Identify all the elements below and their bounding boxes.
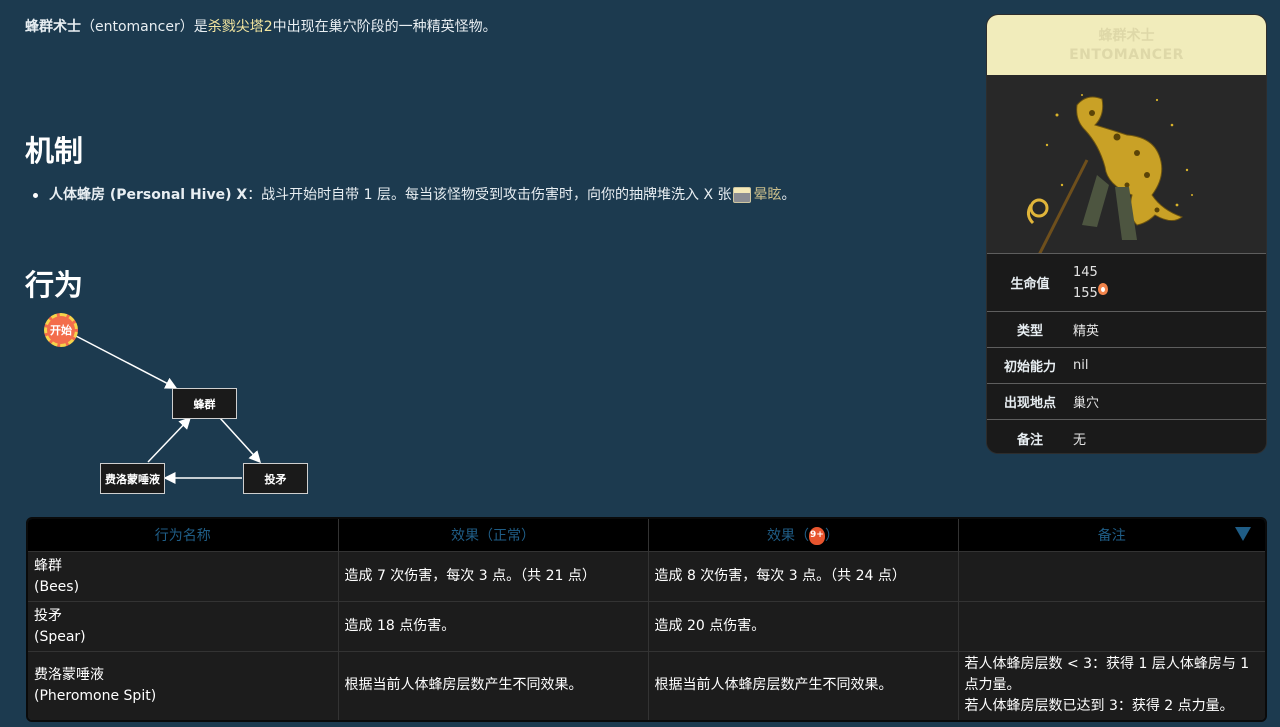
monster-name: 蜂群术士 [25, 19, 81, 35]
infobox-row-type: 类型 精英 [987, 311, 1266, 347]
infobox-row-notes: 备注 无 [987, 419, 1266, 453]
bullet-icon [33, 192, 38, 198]
notes-value: 无 [1073, 432, 1087, 448]
col-header-normal[interactable]: 效果（正常） [338, 519, 649, 552]
start-node: 开始 [44, 313, 78, 347]
move-note: 若人体蜂房层数 < 3：获得 1 层人体蜂房与 1 点力量。 [964, 656, 1250, 694]
initial-power-value: nil [1073, 358, 1089, 373]
col-header-notes[interactable]: 备注 [958, 519, 1265, 552]
hp-value: 145 [1073, 264, 1098, 280]
hp-label: 生命值 [1010, 277, 1050, 292]
move-name-en: (Bees) [34, 578, 80, 595]
hp-value-ascended: 155 [1073, 285, 1098, 301]
col-header-name[interactable]: 行为名称 [28, 519, 339, 552]
entomancer-figure-icon [1026, 94, 1193, 256]
col-header-notes-label: 备注 [1097, 528, 1126, 544]
dazed-card-link[interactable]: 晕眩 [753, 187, 781, 203]
notes-label: 备注 [1016, 432, 1043, 448]
move-name-en: (Spear) [34, 628, 86, 645]
col-header-ascended[interactable]: 效果（ ） [648, 519, 959, 552]
move-effect-ascended: 造成 20 点伤害。 [648, 601, 959, 652]
mechanic-end: 。 [781, 187, 796, 203]
move-note [958, 551, 1265, 602]
arrow-bees-to-spear [219, 417, 262, 464]
game-link[interactable]: 杀戮尖塔2 [208, 19, 273, 35]
monster-infobox: 蜂群术士 ENTOMANCER 生命值 145 155 类型 精英 初始能力 n… [986, 14, 1267, 454]
node-bees: 蜂群 [172, 388, 237, 419]
table-row: 投矛 (Spear) 造成 18 点伤害。 造成 20 点伤害。 [28, 601, 1265, 652]
behavior-heading: 行为 [25, 268, 84, 302]
status-card-icon [733, 187, 752, 203]
infobox-row-initial-power: 初始能力 nil [987, 347, 1266, 383]
infobox-header: 蜂群术士 ENTOMANCER [987, 15, 1266, 75]
location-value: 巢穴 [1073, 396, 1100, 411]
move-name: 费洛蒙唾液 [34, 666, 104, 683]
ascension-fire-icon [1097, 282, 1108, 295]
mechanic-name: 人体蜂房 (Personal Hive) X [49, 187, 248, 203]
collapse-triangle-icon[interactable] [1235, 527, 1251, 541]
move-effect-normal: 根据当前人体蜂房层数产生不同效果。 [338, 651, 649, 720]
table-row: 蜂群 (Bees) 造成 7 次伤害，每次 3 点。（共 21 点） 造成 8 次… [28, 551, 1265, 602]
infobox-title-en: ENTOMANCER [1069, 47, 1184, 63]
move-effect-ascended: 造成 8 次伤害，每次 3 点。（共 24 点） [648, 551, 959, 602]
intro-paragraph: 蜂群术士（entomancer）是杀戮尖塔2中出现在巢穴阶段的一种精英怪物。 [25, 17, 497, 37]
behavior-table: 行为名称 效果（正常） 效果（ ） 备注 蜂群 (Bees) 造成 7 次伤害，每次… [26, 517, 1267, 722]
infobox-row-location: 出现地点 巢穴 [987, 383, 1266, 419]
move-name-en: (Pheromone Spit) [34, 687, 157, 704]
move-name: 投矛 [34, 607, 62, 624]
monster-en-name: （entomancer）是 [81, 19, 208, 35]
monster-image [987, 75, 1266, 256]
move-note-2: 若人体蜂房层数已达到 3：获得 2 点力量。 [964, 698, 1234, 715]
location-label: 出现地点 [1003, 396, 1056, 411]
intro-rest: 中出现在巢穴阶段的一种精英怪物。 [272, 19, 497, 35]
mechanics-heading: 机制 [25, 134, 84, 168]
move-note [958, 601, 1265, 652]
mechanics-item: 人体蜂房 (Personal Hive) X：战斗开始时自带 1 层。每当该怪物… [33, 184, 795, 206]
node-spear: 投矛 [243, 463, 308, 494]
move-effect-normal: 造成 7 次伤害，每次 3 点。（共 21 点） [338, 551, 649, 602]
node-pheromone-spit: 费洛蒙唾液 [100, 463, 165, 494]
ascension-fire-icon [809, 527, 825, 545]
infobox-row-hp: 生命值 145 155 [987, 253, 1266, 311]
arrow-start-to-bees [75, 335, 178, 389]
col-header-ascended-right: ） [825, 528, 839, 544]
move-effect-normal: 造成 18 点伤害。 [338, 601, 649, 652]
arrow-spit-to-bees [147, 416, 192, 463]
behavior-diagram: 开始 蜂群 费洛蒙唾液 投矛 [30, 308, 330, 508]
initial-power-label: 初始能力 [1003, 360, 1056, 375]
type-value: 精英 [1073, 324, 1100, 339]
mechanic-text: ：战斗开始时自带 1 层。每当该怪物受到攻击伤害时，向你的抽牌堆洗入 X 张 [247, 187, 732, 203]
infobox-title-cn: 蜂群术士 [1098, 28, 1155, 44]
type-label: 类型 [1016, 324, 1043, 339]
move-name: 蜂群 [34, 557, 62, 574]
col-header-ascended-left: 效果（ [767, 528, 809, 544]
move-effect-ascended: 根据当前人体蜂房层数产生不同效果。 [648, 651, 959, 720]
table-row: 费洛蒙唾液 (Pheromone Spit) 根据当前人体蜂房层数产生不同效果。 … [28, 651, 1265, 720]
